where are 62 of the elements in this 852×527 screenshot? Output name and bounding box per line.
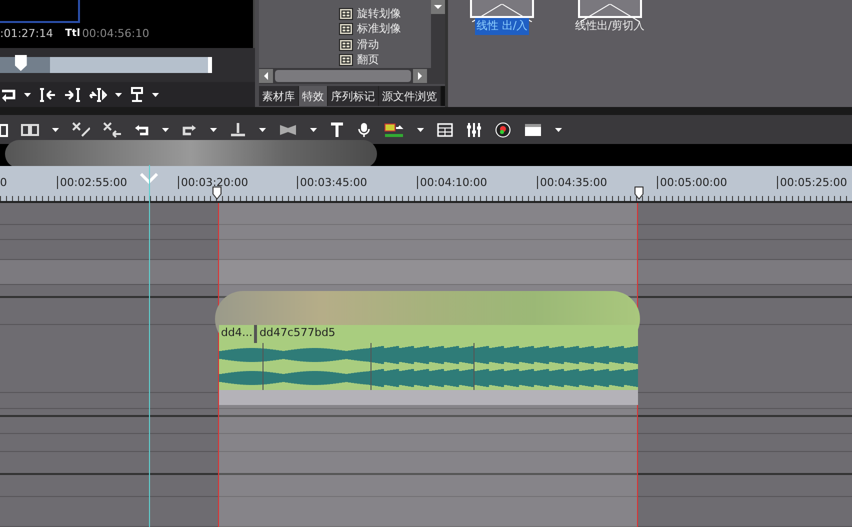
panel-tab[interactable]: 源文件浏览	[379, 86, 441, 106]
panel-tab[interactable]: 特效	[299, 86, 328, 106]
color-wheel-icon[interactable]	[495, 122, 511, 138]
delete-gap-icon[interactable]	[72, 122, 90, 138]
clip-pair-icon[interactable]	[21, 122, 39, 138]
scroll-thumb[interactable]	[275, 70, 411, 82]
clip-name: dd47c577bd5	[258, 325, 336, 341]
vertical-scrollbar[interactable]	[431, 0, 445, 68]
panel-tab[interactable]: 序列标记	[328, 86, 379, 106]
ruler-timecode: 00:05:25:00	[777, 176, 848, 189]
render-icon[interactable]	[384, 122, 404, 138]
ripple-delete-icon[interactable]	[103, 122, 121, 138]
effect-folder-icon[interactable]	[339, 53, 353, 68]
dropdown-caret-icon[interactable]	[162, 128, 169, 132]
audio-clip[interactable]: dd4... dd47c577bd5	[219, 325, 638, 405]
dropdown-caret-icon[interactable]	[259, 128, 266, 132]
window-layout-icon[interactable]	[524, 122, 542, 138]
dropdown-caret-icon[interactable]	[210, 128, 217, 132]
dropdown-caret-icon[interactable]	[310, 128, 317, 132]
title-text-icon[interactable]	[330, 122, 344, 138]
split-icon[interactable]	[89, 86, 107, 103]
ruler-timecode: 00:04:35:00	[537, 176, 608, 189]
effect-folder-icon[interactable]	[339, 22, 353, 36]
effect-folder-icon[interactable]	[339, 38, 353, 52]
dropdown-caret-icon[interactable]	[152, 92, 159, 97]
ruler-timecode: 00:03:45:00	[297, 176, 368, 189]
redo-icon[interactable]	[182, 122, 197, 137]
transition-label[interactable]: 线性 出/入	[475, 18, 529, 34]
effect-tree-item[interactable]: 标准划像	[357, 21, 401, 38]
effect-tree-item[interactable]: 滑动	[357, 36, 379, 53]
total-label: Ttl	[65, 27, 80, 41]
microphone-icon[interactable]	[357, 122, 371, 138]
undo-icon[interactable]	[134, 122, 149, 137]
mixer-icon[interactable]	[466, 122, 482, 138]
in-out-marker-icon[interactable]	[211, 186, 223, 200]
clip-name: dd4...	[219, 325, 258, 343]
effect-tree-item[interactable]: 翻页	[357, 52, 379, 68]
timeline-ruler[interactable]: 0 00:02:55:00 00:03:20:00 00:03:45:00 00:04:10:00 00:04:35:00 00:05:00:00 00:05:25:00	[0, 166, 852, 203]
playhead-marker-icon[interactable]	[140, 173, 158, 184]
ruler-timecode: 00:05:00:00	[657, 176, 728, 189]
mark-in-icon[interactable]	[39, 86, 56, 103]
dropdown-caret-icon[interactable]	[417, 128, 424, 132]
ruler-timecode: 00:04:10:00	[417, 176, 488, 189]
current-timecode: :01:27:14	[0, 26, 54, 42]
effect-folder-icon[interactable]	[339, 6, 353, 21]
effect-tree-item[interactable]: 旋转划像	[357, 6, 401, 22]
ruler-timecode: 00:02:55:00	[57, 176, 128, 189]
horizontal-scrollbar[interactable]	[259, 68, 445, 84]
mark-out-icon[interactable]	[64, 86, 81, 103]
in-out-marker-icon[interactable]	[633, 186, 645, 200]
grid-icon[interactable]	[437, 122, 453, 138]
ruler-timecode: 0	[0, 176, 7, 189]
razor-icon[interactable]	[230, 122, 246, 138]
dropdown-caret-icon[interactable]	[52, 128, 59, 132]
insert-clip-icon[interactable]	[130, 86, 144, 103]
dropdown-caret-icon[interactable]	[115, 92, 122, 97]
scrub-track[interactable]	[0, 57, 212, 73]
panel-tab[interactable]: 素材库	[259, 86, 299, 106]
transition-label[interactable]: 线性出/剪切入	[574, 18, 646, 34]
total-timecode: 00:04:56:10	[82, 26, 150, 42]
dropdown-caret-icon[interactable]	[24, 92, 31, 97]
dropdown-caret-icon[interactable]	[555, 128, 562, 132]
